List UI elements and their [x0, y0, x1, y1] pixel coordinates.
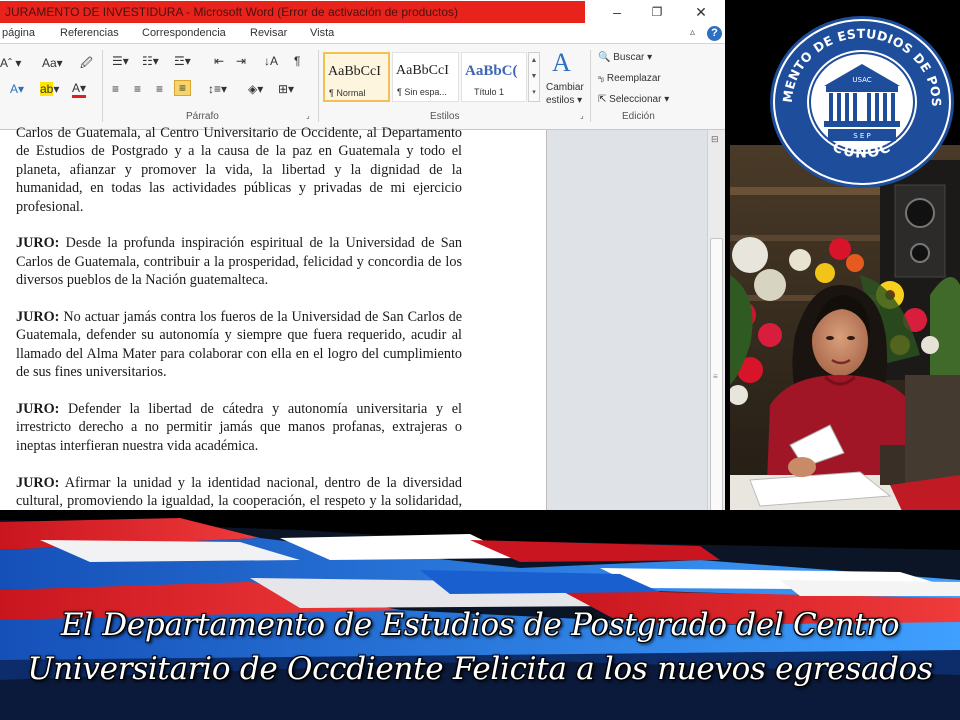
photo-illustration: [730, 145, 960, 550]
paragraph: Carlos de Guatemala, al Centro Universit…: [16, 125, 462, 215]
line-spacing-icon[interactable]: ↕≡▾: [208, 82, 227, 96]
justify-icon[interactable]: ≡: [174, 80, 192, 96]
tab-mailings[interactable]: Correspondencia: [142, 27, 226, 39]
separator: [102, 50, 103, 122]
paragraph: JURO: Desde la profunda inspiración espi…: [16, 235, 462, 289]
juro-label: JURO:: [16, 474, 60, 491]
highlight-icon[interactable]: ab▾: [40, 82, 59, 96]
show-marks-icon[interactable]: ¶: [294, 54, 300, 68]
style-name: ¶ Normal: [329, 88, 366, 98]
style-no-spacing[interactable]: AaBbCcI ¶ Sin espa...: [392, 52, 459, 102]
change-styles-icon[interactable]: A: [552, 48, 571, 78]
vertical-scrollbar[interactable]: ⊟ ≡: [707, 130, 725, 570]
style-normal[interactable]: AaBbCcI ¶ Normal: [323, 52, 390, 102]
document-text[interactable]: Carlos de Guatemala, al Centro Universit…: [16, 124, 462, 547]
change-styles-label-2[interactable]: estilos ▾: [546, 95, 582, 106]
juro-label: JURO:: [16, 401, 60, 418]
restore-button[interactable]: ❐: [643, 3, 671, 21]
close-button[interactable]: ✕: [687, 3, 715, 21]
juro-label: JURO:: [16, 235, 60, 252]
title-bar: JURAMENTO DE INVESTIDURA - Microsoft Wor…: [0, 0, 725, 24]
clear-format-icon[interactable]: 🖉: [80, 54, 93, 75]
sep-cunoc-logo: DEPARTAMENTO DE ESTUDIOS DE POSTGRADO CU…: [768, 14, 954, 188]
paragraph: JURO: Defender la libertad de cátedra y …: [16, 401, 462, 454]
styles-group-label: Estilos: [430, 111, 460, 122]
replace-icon: ᵃᵦ: [598, 74, 605, 83]
document-page[interactable]: Carlos de Guatemala, al Centro Universit…: [0, 125, 547, 570]
document-area: Carlos de Guatemala, al Centro Universit…: [0, 125, 725, 570]
editing-group-label: Edición: [622, 111, 655, 122]
binoculars-icon: 🔍: [598, 52, 611, 63]
tab-page-layout[interactable]: página: [2, 27, 35, 39]
style-name: ¶ Sin espa...: [397, 87, 447, 97]
grip-icon: ≡: [713, 372, 718, 381]
paragraph-launcher-icon[interactable]: ⌟: [306, 111, 310, 120]
find-label: Buscar ▾: [613, 52, 653, 63]
bullets-icon[interactable]: ☰▾: [112, 54, 129, 68]
style-preview: AaBbCcI: [396, 63, 449, 78]
multilevel-list-icon[interactable]: ☲▾: [174, 54, 191, 68]
collapse-ribbon-icon[interactable]: ▵: [690, 27, 695, 38]
cursor-icon: ⇱: [598, 94, 607, 105]
separator: [318, 50, 319, 122]
caption-line-1: El Departamento de Estudios de Postgrado…: [60, 607, 900, 643]
align-left-icon[interactable]: ≡: [112, 82, 119, 96]
tab-review[interactable]: Revisar: [250, 27, 287, 39]
select-label: Seleccionar ▾: [609, 94, 670, 105]
align-center-icon[interactable]: ≡: [134, 82, 141, 96]
help-icon[interactable]: ?: [707, 26, 722, 41]
style-name: Título 1: [474, 87, 505, 97]
find-button[interactable]: 🔍 Buscar ▾: [598, 52, 652, 63]
paragraph-group-label: Párrafo: [186, 111, 219, 122]
shading-icon[interactable]: ◈▾: [248, 82, 263, 96]
change-styles-label-1[interactable]: Cambiar: [546, 82, 584, 93]
tab-view[interactable]: Vista: [310, 27, 334, 39]
ribbon-tabs: página Referencias Correspondencia Revis…: [0, 24, 725, 44]
select-button[interactable]: ⇱ Seleccionar ▾: [598, 94, 669, 105]
tab-references[interactable]: Referencias: [60, 27, 119, 39]
decrease-indent-icon[interactable]: ⇤: [214, 54, 224, 68]
styles-launcher-icon[interactable]: ⌟: [580, 111, 584, 120]
graduate-photo: [730, 145, 960, 550]
borders-icon[interactable]: ⊞▾: [278, 82, 294, 96]
caption-line-2: Universitario de Occdiente Felicita a lo…: [27, 651, 933, 687]
style-heading-1[interactable]: AaBbC( Título 1: [461, 52, 527, 102]
logo-usac-text: USAC: [852, 76, 871, 84]
increase-indent-icon[interactable]: ⇥: [236, 54, 246, 68]
numbering-icon[interactable]: ☷▾: [142, 54, 159, 68]
logo-sep-text: S E P: [853, 132, 871, 140]
ruler-toggle-icon[interactable]: ⊟: [711, 134, 719, 145]
ribbon: Aˆ ▾ Aa▾ 🖉 A▾ ab▾ A▾ ☰▾ ☷▾ ☲▾ ⇤ ⇥ ↓A ¶ ≡…: [0, 44, 725, 130]
word-window: JURAMENTO DE INVESTIDURA - Microsoft Wor…: [0, 0, 725, 570]
align-right-icon[interactable]: ≡: [156, 82, 163, 96]
congratulation-caption: El Departamento de Estudios de Postgrado…: [0, 603, 960, 691]
replace-button[interactable]: ᵃᵦ Reemplazar: [598, 73, 661, 84]
text-effects-icon[interactable]: A▾: [10, 82, 24, 96]
separator: [590, 50, 591, 122]
font-color-icon[interactable]: A▾: [72, 82, 87, 98]
minimize-button[interactable]: –: [603, 3, 631, 21]
window-title: JURAMENTO DE INVESTIDURA - Microsoft Wor…: [5, 5, 459, 19]
sort-icon[interactable]: ↓A: [264, 54, 278, 68]
grow-font-icon[interactable]: Aˆ ▾: [0, 56, 21, 70]
title-bar-highlight: JURAMENTO DE INVESTIDURA - Microsoft Wor…: [0, 1, 585, 23]
styles-gallery-scroll[interactable]: ▲ ▼ ▾: [528, 52, 540, 102]
change-case-icon[interactable]: Aa▾: [42, 56, 63, 70]
replace-label: Reemplazar: [606, 73, 661, 84]
scroll-thumb[interactable]: [710, 238, 723, 528]
juro-label: JURO:: [16, 309, 60, 326]
paragraph: JURO: No actuar jamás contra los fueros …: [16, 309, 462, 381]
style-preview: AaBbCcI: [328, 64, 381, 79]
style-preview: AaBbC(: [465, 63, 518, 79]
